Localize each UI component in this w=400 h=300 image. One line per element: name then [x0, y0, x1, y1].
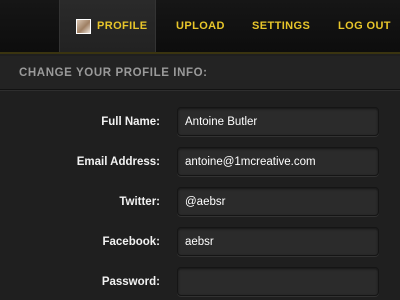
password-field[interactable]	[177, 267, 379, 296]
top-navigation: PROFILE UPLOAD SETTINGS LOG OUT	[0, 0, 400, 54]
nav-settings-label: SETTINGS	[252, 20, 311, 32]
nav-profile-label: PROFILE	[97, 20, 148, 32]
full-name-label: Full Name:	[101, 116, 160, 128]
nav-logout-label: LOG OUT	[338, 20, 391, 32]
password-label: Password:	[101, 276, 160, 288]
email-row: Email Address:	[0, 147, 400, 177]
avatar	[76, 18, 91, 34]
nav-settings-tab[interactable]: SETTINGS	[252, 0, 310, 52]
twitter-row: Twitter:	[0, 187, 400, 217]
nav-profile-tab[interactable]: PROFILE	[59, 0, 156, 52]
nav-logout-tab[interactable]: LOG OUT	[338, 0, 391, 52]
nav-upload-tab[interactable]: UPLOAD	[176, 0, 225, 52]
facebook-row: Facebook:	[0, 227, 400, 257]
full-name-field[interactable]	[177, 107, 379, 136]
full-name-row: Full Name:	[0, 107, 400, 137]
twitter-label: Twitter:	[119, 196, 160, 208]
nav-upload-label: UPLOAD	[176, 20, 225, 32]
password-row: Password:	[0, 267, 400, 297]
facebook-label: Facebook:	[102, 236, 160, 248]
section-title: CHANGE YOUR PROFILE INFO:	[0, 56, 400, 90]
twitter-field[interactable]	[177, 187, 379, 216]
email-field[interactable]	[177, 147, 379, 176]
facebook-field[interactable]	[177, 227, 379, 256]
profile-form: Full Name: Email Address: Twitter: Faceb…	[0, 91, 400, 300]
email-label: Email Address:	[76, 156, 160, 168]
